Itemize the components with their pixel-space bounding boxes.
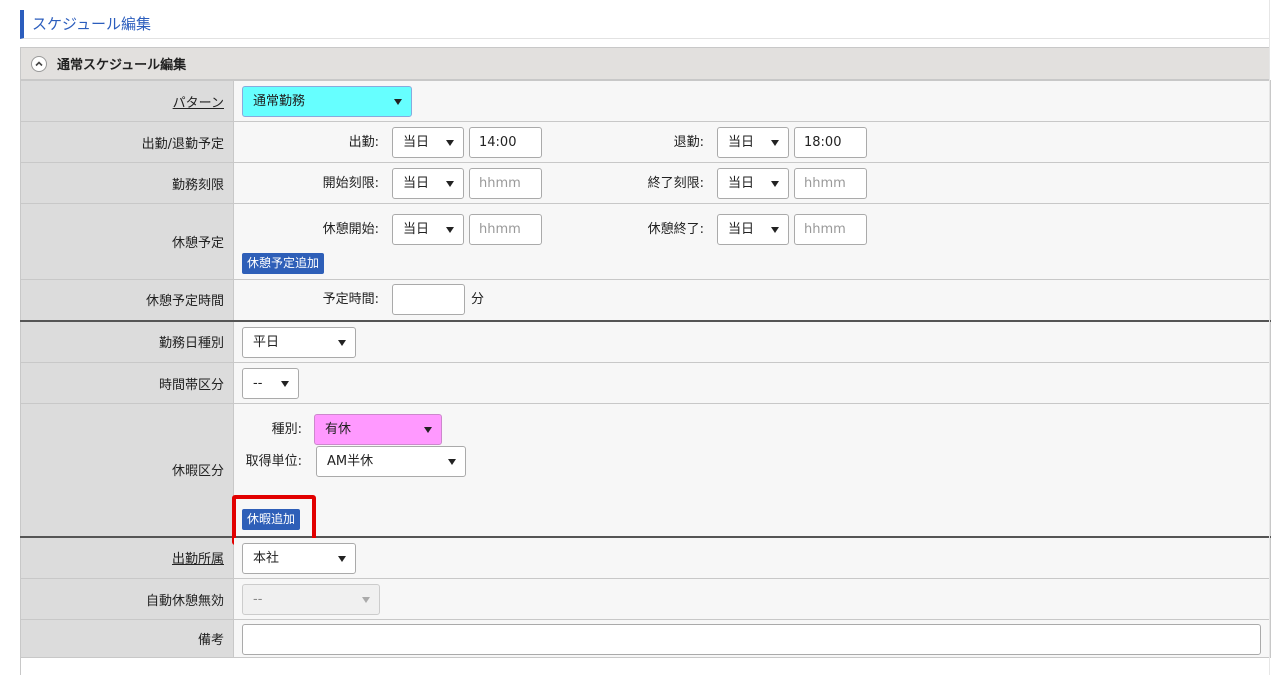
time-zone-label: 時間帯区分	[20, 362, 234, 404]
schedule-form: パターン 通常勤務 出勤/退勤予定 出勤: 当日 14:00 退勤: 当日 18…	[20, 80, 1271, 658]
dropdown-arrow-icon	[448, 459, 456, 465]
time-zone-value: --	[253, 376, 263, 391]
schedule-label: 出勤/退勤予定	[20, 121, 234, 163]
add-break-button[interactable]: 休憩予定追加	[242, 253, 325, 274]
end-time-label: 退勤:	[673, 135, 704, 150]
limit-end-day-select[interactable]: 当日	[717, 168, 789, 199]
minutes-unit: 分	[471, 292, 485, 307]
affiliation-link[interactable]: 出勤所属	[172, 552, 224, 567]
affiliation-label: 出勤所属	[20, 535, 234, 579]
auto-break-select: --	[242, 584, 380, 615]
limit-end-label: 終了刻限:	[647, 176, 704, 191]
planned-time-input[interactable]	[392, 284, 465, 315]
limit-start-day-value: 当日	[403, 176, 430, 191]
break-end-label: 休憩終了:	[647, 222, 704, 237]
section-title: 通常スケジュール編集	[57, 58, 187, 73]
pattern-select[interactable]: 通常勤務	[242, 86, 412, 117]
leave-type-value: 有休	[325, 422, 352, 437]
limit-end-input[interactable]: hhmm	[794, 168, 867, 199]
leave-unit-label: 取得単位:	[245, 454, 302, 469]
break-start-day-value: 当日	[403, 222, 430, 237]
section-header[interactable]: 通常スケジュール編集	[20, 47, 1270, 80]
collapse-chevron-up-icon[interactable]	[31, 55, 47, 72]
end-day-select[interactable]: 当日	[717, 127, 789, 158]
affiliation-select[interactable]: 本社	[242, 542, 356, 574]
limit-label: 勤務刻限	[20, 162, 234, 204]
workday-type-label: 勤務日種別	[20, 319, 234, 363]
break-start-label: 休憩開始:	[322, 222, 379, 237]
planned-time-label: 予定時間:	[322, 292, 379, 307]
end-day-value: 当日	[728, 135, 755, 150]
remarks-label: 備考	[20, 619, 234, 658]
leave-unit-select[interactable]: AM半休	[316, 446, 466, 477]
limit-end-day-value: 当日	[728, 176, 755, 191]
end-time-input[interactable]: 18:00	[794, 127, 867, 158]
leave-type-label: 種別:	[271, 422, 302, 437]
time-zone-select[interactable]: --	[242, 368, 299, 399]
dropdown-arrow-icon	[394, 99, 402, 105]
right-divider	[1269, 0, 1270, 675]
leave-type-select[interactable]: 有休	[314, 414, 442, 445]
dropdown-arrow-icon	[338, 555, 346, 562]
auto-break-value: --	[253, 592, 263, 607]
dropdown-arrow-icon	[362, 597, 370, 603]
auto-break-label: 自動休憩無効	[20, 578, 234, 620]
break-time-label: 休憩予定時間	[20, 279, 234, 321]
workday-type-select[interactable]: 平日	[242, 326, 356, 358]
break-start-input[interactable]: hhmm	[469, 214, 542, 245]
dropdown-arrow-icon	[771, 227, 779, 233]
dropdown-arrow-icon	[771, 181, 779, 187]
limit-start-day-select[interactable]: 当日	[392, 168, 464, 199]
dropdown-arrow-icon	[446, 227, 454, 233]
leave-unit-value: AM半休	[327, 454, 374, 469]
dropdown-arrow-icon	[446, 140, 454, 146]
leave-label: 休暇区分	[20, 403, 234, 537]
break-end-day-select[interactable]: 当日	[717, 214, 789, 245]
page-title: スケジュール編集	[20, 10, 1270, 39]
break-label: 休憩予定	[20, 203, 234, 280]
break-start-day-select[interactable]: 当日	[392, 214, 464, 245]
dropdown-arrow-icon	[281, 381, 289, 387]
dropdown-arrow-icon	[338, 339, 346, 346]
start-day-select[interactable]: 当日	[392, 127, 464, 158]
remarks-input[interactable]	[242, 624, 1261, 655]
limit-start-input[interactable]: hhmm	[469, 168, 542, 199]
dropdown-arrow-icon	[771, 140, 779, 146]
start-day-value: 当日	[403, 135, 430, 150]
start-time-input[interactable]: 14:00	[469, 127, 542, 158]
dropdown-arrow-icon	[446, 181, 454, 187]
pattern-label: パターン	[20, 80, 234, 122]
dropdown-arrow-icon	[424, 427, 432, 433]
start-time-label: 出勤:	[348, 135, 379, 150]
left-divider	[20, 658, 21, 675]
pattern-select-value: 通常勤務	[253, 94, 306, 109]
break-end-input[interactable]: hhmm	[794, 214, 867, 245]
limit-start-label: 開始刻限:	[322, 176, 379, 191]
add-leave-button[interactable]: 休暇追加	[242, 509, 301, 530]
workday-type-value: 平日	[253, 334, 280, 350]
affiliation-value: 本社	[253, 550, 280, 566]
pattern-link[interactable]: パターン	[173, 96, 224, 111]
break-end-day-value: 当日	[728, 222, 755, 237]
